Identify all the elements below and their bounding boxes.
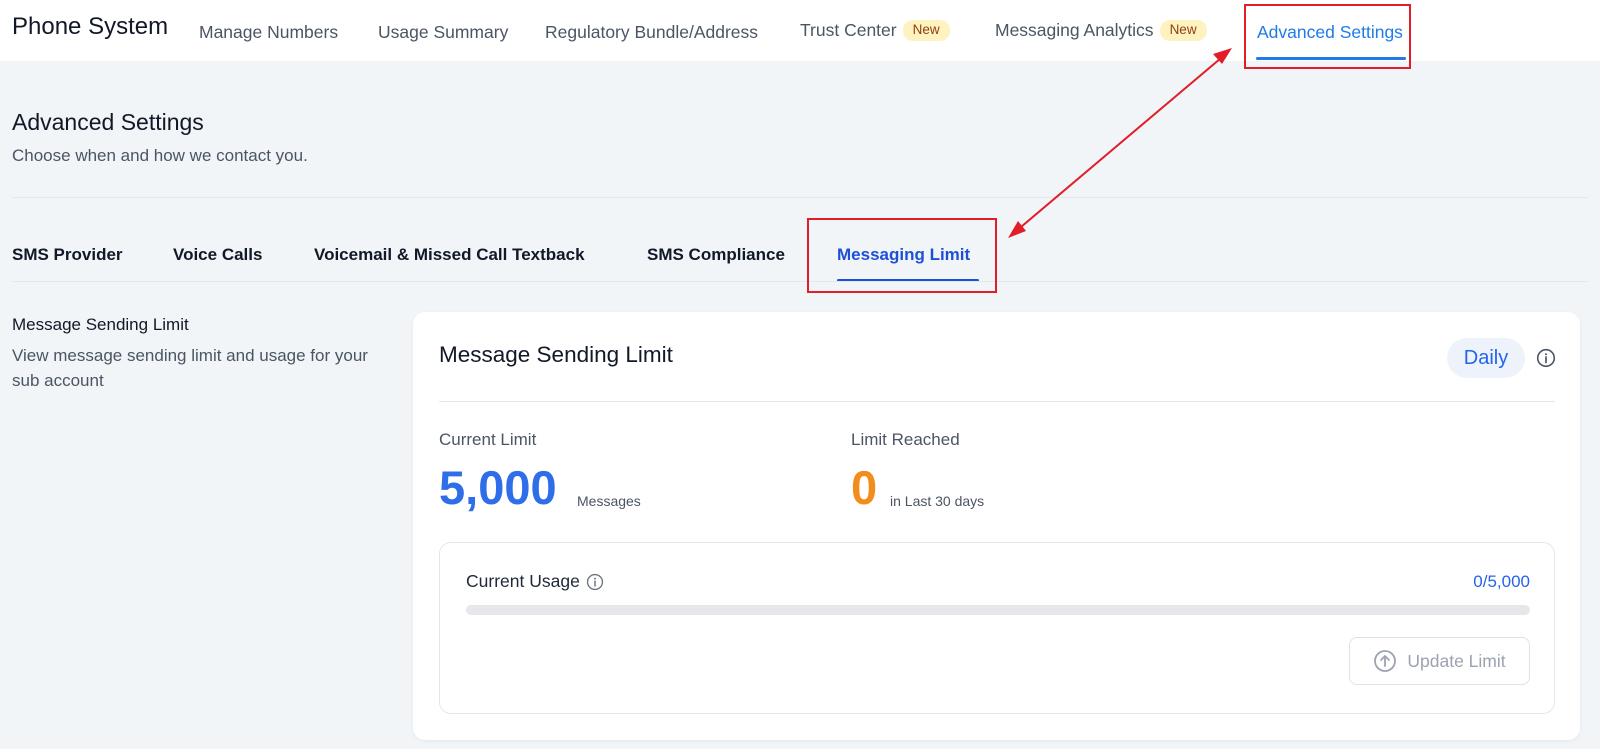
message-limit-card: Message Sending Limit Daily Current Limi… — [413, 312, 1580, 740]
nav-messaging-analytics[interactable]: Messaging Analytics New — [995, 20, 1207, 41]
arrow-up-circle-icon — [1374, 650, 1397, 672]
nav-label: Messaging Analytics — [995, 20, 1154, 40]
tab-voice-calls[interactable]: Voice Calls — [173, 245, 262, 265]
nav-label: Manage Numbers — [199, 22, 339, 42]
nav-regulatory-bundle[interactable]: Regulatory Bundle/Address — [545, 22, 758, 43]
limit-reached-value: 0 — [851, 461, 878, 514]
current-limit-unit: Messages — [577, 493, 641, 509]
limit-reached-label: Limit Reached — [851, 430, 960, 449]
usage-progress-bar — [466, 605, 1530, 615]
nav-label: Regulatory Bundle/Address — [545, 22, 759, 42]
section-description: View message sending limit and usage for… — [12, 346, 368, 390]
app-title: Phone System — [12, 13, 169, 40]
info-icon[interactable] — [586, 573, 604, 591]
page-subtitle: Choose when and how we contact you. — [12, 146, 308, 165]
usage-label-text: Current Usage — [466, 571, 580, 591]
new-badge: New — [1159, 20, 1207, 41]
current-limit-label: Current Limit — [439, 430, 537, 449]
current-usage-label: Current Usage — [466, 571, 604, 592]
nav-label: Trust Center — [800, 20, 897, 40]
new-badge: New — [902, 20, 950, 41]
card-title: Message Sending Limit — [439, 342, 673, 367]
usage-panel: Current Usage 0/5,000 Update Limit — [439, 542, 1555, 714]
info-icon[interactable] — [1536, 348, 1556, 368]
divider — [439, 401, 1555, 402]
nav-trust-center[interactable]: Trust Center New — [800, 20, 950, 41]
limit-reached-unit: in Last 30 days — [890, 493, 985, 509]
page-title: Advanced Settings — [12, 109, 204, 135]
nav-usage-summary[interactable]: Usage Summary — [378, 22, 508, 43]
divider — [12, 197, 1588, 198]
nav-manage-numbers[interactable]: Manage Numbers — [199, 22, 338, 43]
tab-voicemail-missed-call[interactable]: Voicemail & Missed Call Textback — [314, 245, 585, 265]
tab-sms-compliance[interactable]: SMS Compliance — [647, 245, 785, 265]
update-limit-button[interactable]: Update Limit — [1349, 637, 1530, 685]
divider — [12, 281, 1588, 282]
update-limit-label: Update Limit — [1407, 650, 1506, 671]
annotation-highlight-advanced-settings — [1244, 4, 1411, 69]
tab-sms-provider[interactable]: SMS Provider — [12, 245, 123, 265]
section-title: Message Sending Limit — [12, 315, 189, 334]
current-limit-value: 5,000 — [439, 461, 557, 514]
annotation-highlight-messaging-limit — [807, 218, 997, 293]
nav-label: Usage Summary — [378, 22, 509, 42]
period-pill[interactable]: Daily — [1447, 338, 1525, 378]
usage-count: 0/5,000 — [1473, 572, 1530, 591]
